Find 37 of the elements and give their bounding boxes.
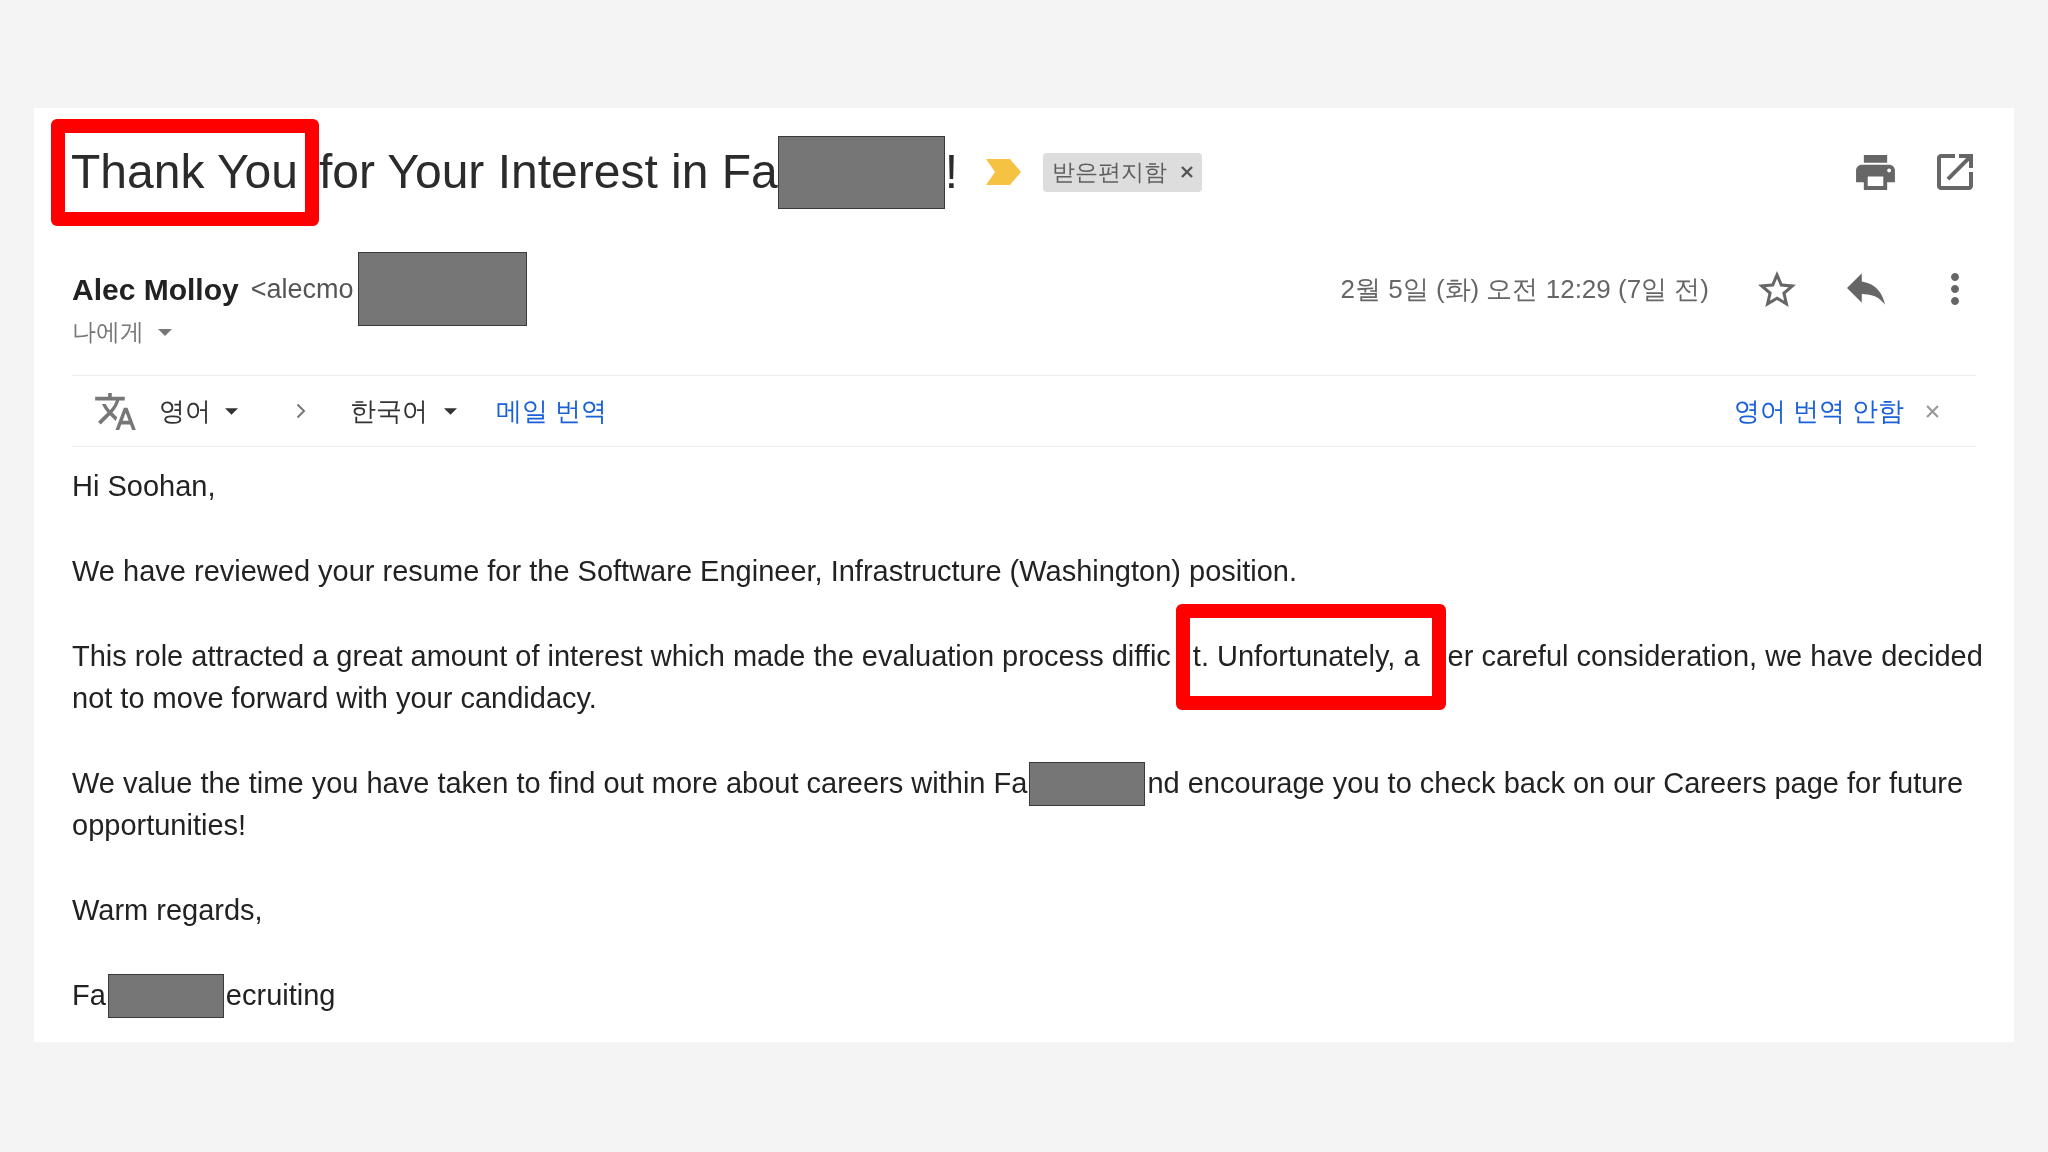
caret-icon [158,328,172,336]
email-text: Hi Soohan, [72,469,216,505]
caret-icon [225,407,238,415]
subject-text: Thank You [71,144,298,200]
email-text: opportunities! [72,808,247,844]
subject-text: for Your Interest in Fa [318,144,778,200]
translate-icon [95,392,136,430]
label-text: 받은편지함 [1052,157,1168,187]
more-options-icon[interactable] [1951,273,1959,305]
caret-icon [444,407,457,415]
translate-message-link[interactable]: 메일 번역 [496,391,608,431]
date-text: 2월 5일 (화) 오전 12:29 (7일 전) [1340,272,1709,306]
email-text: This role attracted a great amount of interest which made the evaluation process diffic [72,639,1171,675]
close-icon[interactable] [1181,166,1194,178]
subject-text: ! [944,144,959,200]
email-text: t. Unfortunately, a [1192,639,1420,675]
sender-name: Alec Molloy [72,271,239,308]
email-text: ecruiting [225,978,336,1014]
open-in-new-icon[interactable] [1937,154,1973,190]
importance-marker-icon[interactable] [986,159,1022,185]
chevron-right-icon [296,403,306,419]
email-text: nd encourage you to check back on our Careers page for future [1147,766,1964,802]
email-text: We value the time you have taken to find out more about careers within Fa [72,766,1028,802]
email-text: er careful consideration, we have decided [1447,639,1983,675]
source-language-dropdown[interactable]: 영어 [159,391,238,431]
never-translate-link[interactable]: 영어 번역 안함 [1733,391,1904,431]
print-icon[interactable] [1856,154,1895,190]
sender-address: <alecmo [250,272,354,306]
reply-icon[interactable] [1847,273,1885,305]
email-text: Fa [72,978,106,1014]
email-text: We have reviewed your resume for the Software Engineer, Infrastructure (Washington) position. [72,554,1298,590]
star-icon[interactable] [1758,271,1796,307]
target-language-dropdown[interactable]: 한국어 [350,391,457,431]
email-text: not to move forward with your candidacy. [72,681,597,717]
email-text: Warm regards, [72,893,263,929]
close-icon[interactable] [1926,404,1939,418]
recipient-dropdown[interactable]: 나에게 [72,314,172,350]
